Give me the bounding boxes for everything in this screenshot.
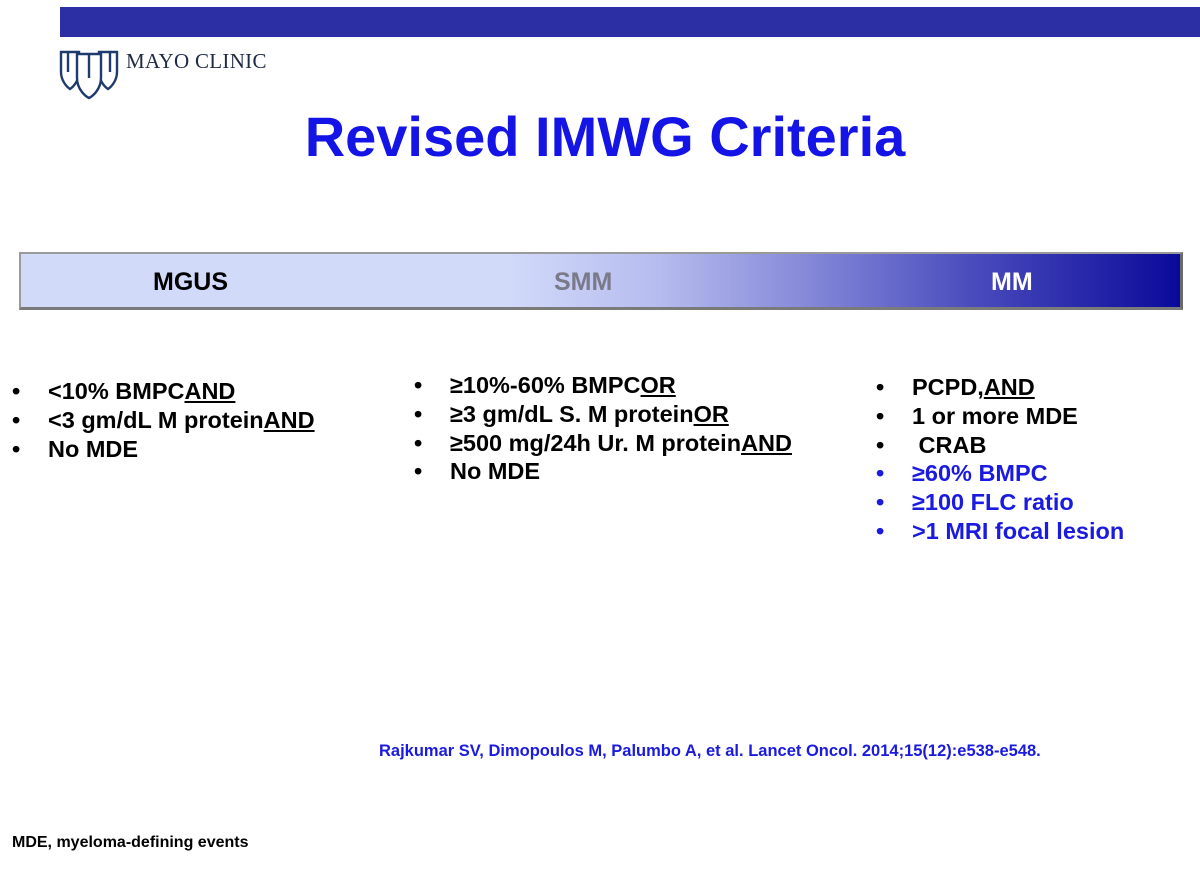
header-bar (60, 7, 1200, 37)
list-item: • ≥60% BMPC (876, 459, 1124, 488)
bullet-icon: • (876, 402, 885, 429)
mgus-criteria-list: • <10% BMPC AND • <3 gm/dL M protein AND •… (12, 377, 315, 463)
mayo-clinic-logo: MAYO CLINIC (58, 46, 267, 102)
bullet-icon: • (414, 458, 423, 485)
criterion-conjunction: OR (693, 400, 729, 427)
footnote: MDE, myeloma-defining events (12, 834, 249, 851)
list-item: • PCPD, AND (876, 373, 1124, 402)
criterion-text: CRAB (912, 431, 987, 458)
bullet-icon: • (876, 460, 885, 487)
slide-title: Revised IMWG Criteria (304, 105, 906, 168)
criterion-conjunction: AND (263, 406, 315, 433)
bullet-icon: • (876, 431, 885, 458)
mm-criteria-list: • PCPD, AND • 1 or more MDE • CRAB • ≥60% B… (876, 373, 1124, 546)
slide: MAYO CLINIC Revised IMWG Criteria MGUS S… (0, 0, 1200, 886)
criterion-conjunction: OR (640, 372, 676, 398)
criterion-text: No MDE (48, 435, 139, 462)
logo-text: MAYO CLINIC (126, 49, 267, 73)
list-item: • <10% BMPC AND (12, 377, 315, 406)
list-item: • >1 MRI focal lesion (876, 517, 1124, 546)
list-item: • 1 or more MDE (876, 402, 1124, 431)
criterion-conjunction: AND (184, 378, 236, 404)
criterion-text: >1 MRI focal lesion (912, 517, 1125, 544)
disease-spectrum-bar: MGUS SMM MM (19, 252, 1183, 310)
criterion-text: No MDE (450, 458, 541, 485)
list-item: • No MDE (12, 435, 315, 464)
bullet-icon: • (12, 435, 21, 462)
criterion-conjunction: AND (741, 429, 792, 456)
criterion-text: <3 gm/dL M protein (48, 406, 264, 433)
list-item: • CRAB (876, 431, 1124, 460)
criterion-text: 1 or more MDE (912, 402, 1078, 429)
list-item: • <3 gm/dL M protein AND (12, 406, 315, 435)
criterion-text: ≥500 mg/24h Ur. M protein (450, 429, 742, 456)
stage-label-smm: SMM (554, 268, 613, 296)
mayo-shields-icon (59, 50, 119, 100)
stage-label-mgus: MGUS (153, 268, 228, 296)
bullet-icon: • (876, 374, 885, 400)
citation: Rajkumar SV, Dimopoulos M, Palumbo A, et… (379, 742, 1041, 760)
criterion-text: PCPD, (912, 374, 984, 400)
bullet-icon: • (876, 489, 885, 516)
smm-criteria-list: • ≥10%-60% BMPC OR • ≥3 gm/dL S. M protein… (414, 371, 792, 486)
criterion-text: ≥100 FLC ratio (912, 489, 1074, 516)
criterion-conjunction: AND (983, 374, 1035, 400)
list-item: • ≥100 FLC ratio (876, 488, 1124, 517)
bullet-icon: • (414, 400, 423, 427)
list-item: • ≥500 mg/24h Ur. M protein AND (414, 429, 792, 458)
list-item: • ≥3 gm/dL S. M protein OR (414, 400, 792, 429)
criterion-text: ≥60% BMPC (912, 460, 1048, 487)
bullet-icon: • (414, 372, 423, 398)
criterion-text: ≥3 gm/dL S. M protein (450, 400, 694, 427)
bullet-icon: • (12, 378, 21, 404)
criterion-text: <10% BMPC (48, 378, 185, 404)
bullet-icon: • (414, 429, 423, 456)
list-item: • No MDE (414, 457, 792, 486)
bullet-icon: • (876, 517, 885, 544)
criterion-text: ≥10%-60% BMPC (450, 372, 641, 398)
stage-label-mm: MM (991, 268, 1033, 296)
list-item: • ≥10%-60% BMPC OR (414, 371, 792, 400)
bullet-icon: • (12, 406, 21, 433)
